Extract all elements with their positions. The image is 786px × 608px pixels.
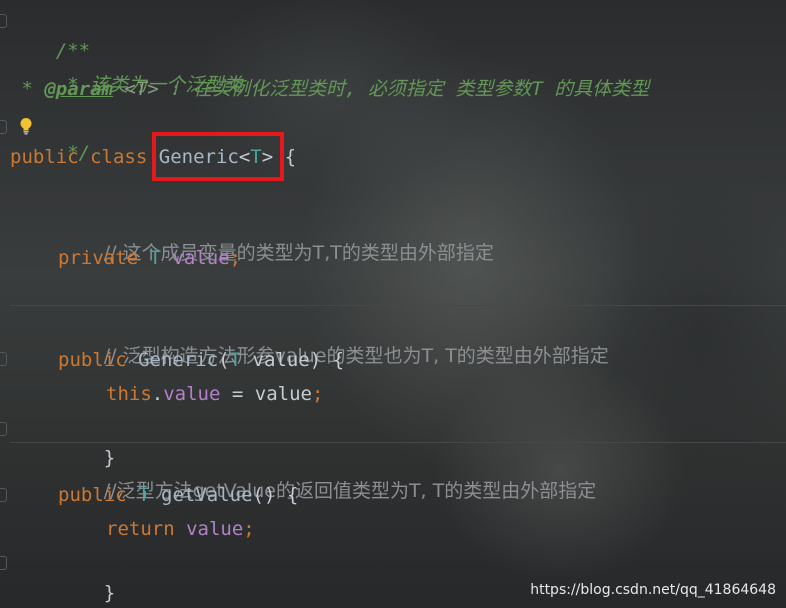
fold-marker-icon[interactable]	[0, 14, 7, 28]
method-open-brace: {	[286, 484, 299, 506]
code-editor[interactable]: /** * 该类为一个泛型类 * @param <T> : 在实例化泛型类时, …	[0, 0, 786, 608]
code-line-doc-2[interactable]: * @param <T> : 在实例化泛型类时, 必须指定 类型参数T 的具体类…	[10, 74, 649, 104]
method-separator	[10, 305, 786, 306]
parens: ()	[252, 484, 276, 506]
keyword-return: return	[106, 518, 175, 540]
return-type: T	[138, 484, 150, 506]
method-separator	[10, 442, 786, 443]
doc-param-tag: @param	[44, 78, 113, 100]
keyword-public: public	[58, 349, 127, 371]
paren-open: (	[218, 349, 230, 371]
code-line-method-close[interactable]: }	[58, 548, 115, 604]
field-name: value	[172, 247, 230, 269]
method-close-brace: }	[103, 582, 116, 604]
watermark: https://blog.csdn.net/qq_41864648	[530, 582, 776, 598]
keyword-this: this	[106, 383, 152, 405]
fold-marker-icon[interactable]	[0, 120, 7, 134]
code-line-method-declaration[interactable]: public T getValue() {	[58, 480, 298, 510]
lightbulb-icon[interactable]	[19, 117, 33, 135]
code-line-comment-1[interactable]: // 这个成员变量的类型为T,T的类型由外部指定	[58, 208, 494, 264]
assign-operator: =	[220, 383, 255, 405]
method-open-brace: {	[332, 349, 345, 371]
method-name: getValue	[161, 484, 253, 506]
code-line-comment-3[interactable]: //泛型方法getValue的返回值类型为T, T的类型由外部指定	[58, 446, 596, 502]
param-type: T	[229, 349, 242, 371]
field-type: T	[149, 247, 161, 269]
doc-comment-star: *	[10, 78, 45, 100]
semicolon: ;	[229, 247, 242, 269]
code-line-doc-open[interactable]: /**	[10, 6, 90, 62]
doc-param-type: <T>	[112, 78, 159, 100]
param-reference: value	[254, 383, 312, 405]
keyword-public: public	[10, 146, 79, 168]
code-line-field-declaration[interactable]: private T value;	[58, 243, 241, 273]
semicolon: ;	[243, 518, 255, 540]
semicolon: ;	[311, 383, 324, 405]
fold-marker-icon[interactable]	[0, 422, 7, 436]
code-line-doc-1[interactable]: * 该类为一个泛型类	[10, 40, 242, 96]
code-line-comment-2[interactable]: // 泛型构造方法形参value的类型也为T, T的类型由外部指定	[58, 311, 609, 367]
code-line-return[interactable]: return value;	[106, 514, 255, 544]
code-line-constructor-declaration[interactable]: public Generic(T value) {	[58, 345, 344, 375]
keyword-public: public	[58, 484, 127, 506]
dot: .	[151, 383, 164, 405]
fold-marker-icon[interactable]	[0, 488, 7, 502]
param-name: value	[252, 349, 310, 371]
code-line-assignment[interactable]: this.value = value;	[106, 379, 323, 409]
paren-close: )	[309, 349, 322, 371]
code-line-constructor-close[interactable]: }	[58, 413, 115, 469]
fold-marker-icon[interactable]	[0, 352, 7, 366]
keyword-private: private	[58, 247, 139, 269]
highlight-box	[152, 132, 284, 181]
doc-param-description: : 在实例化泛型类时, 必须指定 类型参数T 的具体类型	[158, 78, 650, 100]
keyword-class: class	[90, 146, 148, 168]
code-line-class-close[interactable]: }	[10, 580, 67, 608]
class-open-brace: {	[284, 146, 297, 168]
fold-marker-icon[interactable]	[0, 556, 7, 570]
constructor-name: Generic	[138, 349, 219, 371]
field-reference: value	[163, 383, 221, 405]
field-reference: value	[186, 518, 244, 540]
